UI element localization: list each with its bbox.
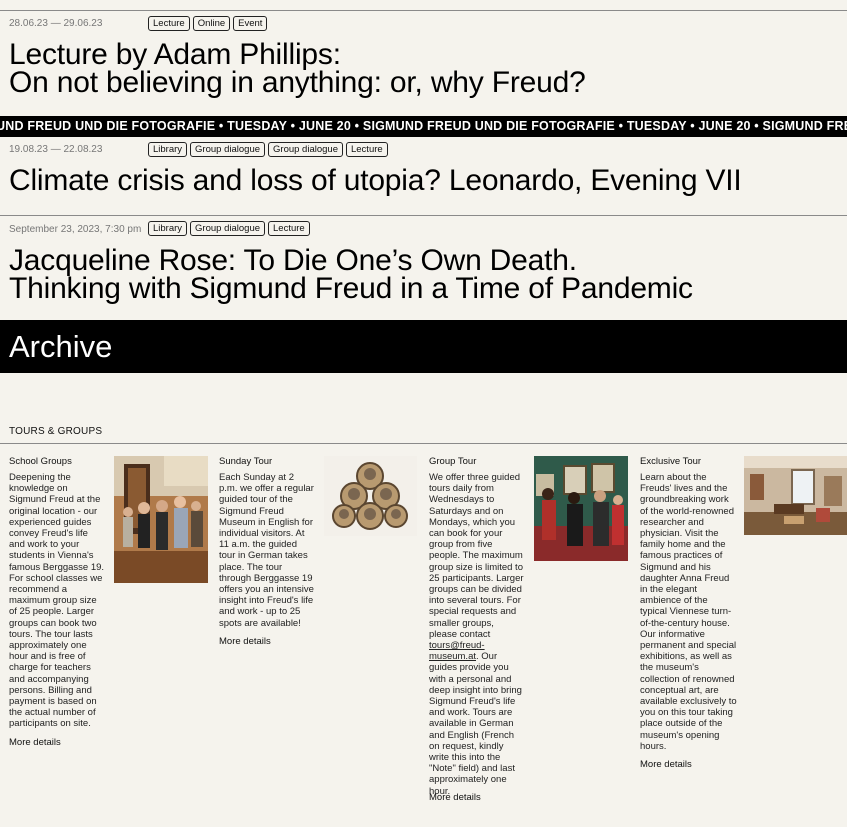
event-date: September 23, 2023, 7:30 pm: [9, 224, 142, 235]
event-item[interactable]: September 23, 2023, 7:30 pm Library Grou…: [0, 215, 847, 320]
card-text: . Our guides provide you with a personal…: [429, 651, 522, 797]
sunday-tour-photo[interactable]: [324, 456, 417, 536]
event-item[interactable]: 19.08.23 — 22.08.23 Library Group dialog…: [0, 137, 847, 215]
tag[interactable]: Group dialogue: [268, 142, 343, 157]
tag[interactable]: Library: [148, 221, 188, 236]
more-details-link[interactable]: More details: [429, 792, 481, 803]
event-title-line: Thinking with Sigmund Freud in a Time of…: [9, 272, 693, 305]
tag[interactable]: Group dialogue: [190, 221, 266, 236]
more-details-link[interactable]: More details: [9, 737, 61, 748]
card-title: Group Tour: [429, 456, 477, 467]
divider: [0, 443, 847, 444]
group-tour-photo[interactable]: [534, 456, 628, 561]
event-tags: Library Group dialogue Group dialogue Le…: [148, 142, 388, 157]
event-title-line: Climate crisis and loss of utopia? Leona…: [9, 164, 742, 197]
event-title[interactable]: Climate crisis and loss of utopia? Leona…: [9, 164, 742, 197]
event-title-line: Jacqueline Rose: To Die One’s Own Death.: [9, 244, 577, 277]
event-item[interactable]: 28.06.23 — 29.06.23 Lecture Online Event…: [0, 10, 847, 116]
card-description: We offer three guided tours daily from W…: [429, 472, 524, 797]
card-title: Sunday Tour: [219, 456, 273, 467]
card-text: We offer three guided tours daily from W…: [429, 472, 524, 640]
event-date: 19.08.23 — 22.08.23: [9, 144, 103, 155]
event-date: 28.06.23 — 29.06.23: [9, 18, 103, 29]
event-title-line: Lecture by Adam Phillips:: [9, 38, 341, 71]
card-description: Learn about the Freuds' lives and the gr…: [640, 472, 737, 752]
card-description: Deepening the knowledge on Sigmund Freud…: [9, 472, 105, 730]
card-title: Exclusive Tour: [640, 456, 702, 467]
tag[interactable]: Lecture: [345, 142, 388, 157]
tag[interactable]: Lecture: [268, 221, 310, 236]
exclusive-tour-photo[interactable]: [744, 456, 847, 535]
archive-header: Archive: [0, 320, 847, 373]
more-details-link[interactable]: More details: [640, 759, 692, 770]
archive-label: Archive: [9, 329, 113, 364]
event-tags: Library Group dialogue Lecture: [148, 221, 310, 236]
tag[interactable]: Event: [233, 16, 268, 31]
tag[interactable]: Library: [148, 142, 188, 157]
event-title[interactable]: Lecture by Adam Phillips: On not believi…: [9, 38, 586, 99]
school-groups-photo[interactable]: [114, 456, 208, 583]
section-heading: TOURS & GROUPS: [9, 426, 103, 437]
card-title: School Groups: [9, 456, 72, 467]
more-details-link[interactable]: More details: [219, 636, 271, 647]
event-tags: Lecture Online Event: [148, 16, 268, 31]
tag[interactable]: Group dialogue: [190, 142, 266, 157]
ticker-text: UND FREUD UND DIE FOTOGRAFIE • TUESDAY •…: [0, 119, 847, 133]
tag[interactable]: Lecture: [148, 16, 190, 31]
news-ticker[interactable]: UND FREUD UND DIE FOTOGRAFIE • TUESDAY •…: [0, 116, 847, 137]
event-title-line: On not believing in anything: or, why Fr…: [9, 66, 586, 99]
tag[interactable]: Online: [192, 16, 231, 31]
event-title[interactable]: Jacqueline Rose: To Die One’s Own Death.…: [9, 244, 693, 305]
card-description: Each Sunday at 2 p.m. we offer a regular…: [219, 472, 314, 629]
